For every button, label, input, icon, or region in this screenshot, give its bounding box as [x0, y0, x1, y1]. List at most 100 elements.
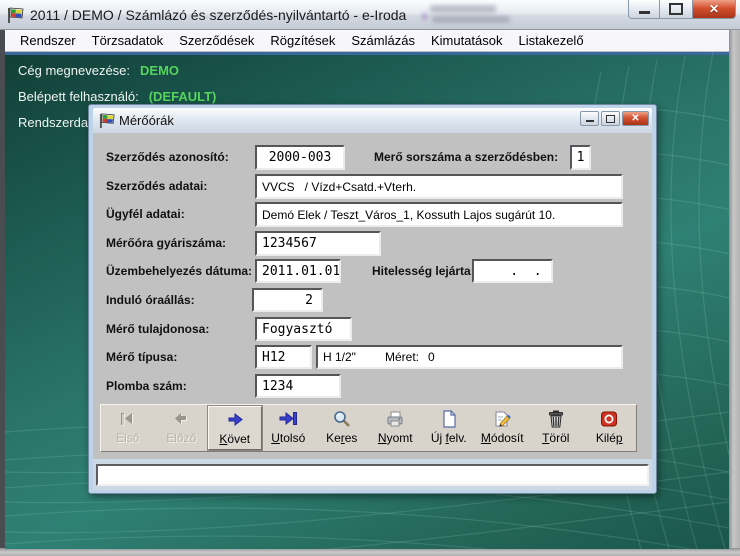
initial-reading-value: 2 [305, 293, 313, 308]
print-button[interactable]: Nyomt [369, 406, 423, 450]
date-row: Rendszerda [18, 115, 88, 130]
seal-field[interactable]: 1234 [255, 374, 341, 398]
contract-id-field[interactable]: 2000-003 [255, 145, 345, 170]
meter-seq-value: 1 [577, 150, 585, 165]
meter-seq-field[interactable]: 1 [570, 145, 591, 170]
user-row: Belépett felhasználó: (DEFAULT) [18, 89, 216, 104]
user-value: (DEFAULT) [149, 89, 217, 104]
menu-szamlazas[interactable]: Számlázás [343, 31, 423, 50]
window-controls: ✕ [628, 0, 736, 19]
exit-button[interactable]: Kilép [583, 406, 637, 450]
company-row: Cég megnevezése: DEMO [18, 63, 179, 78]
validity-label: Hitelesség lejárta: [372, 264, 475, 278]
validity-value: . . [479, 264, 542, 279]
type-size-label: Méret: [385, 350, 419, 364]
type-label: Mérő típusa: [106, 350, 177, 364]
owner-value: Fogyasztó [262, 322, 332, 337]
owner-field[interactable]: Fogyasztó [255, 317, 352, 341]
window-frame-bottom [0, 548, 740, 556]
install-date-value: 2011.01.01 [262, 264, 340, 279]
serial-label: Mérőóra gyáriszáma: [106, 236, 226, 250]
dialog-title: Mérőórák [119, 113, 174, 128]
menu-bar: Rendszer Törzsadatok Szerződések Rögzíté… [5, 30, 736, 52]
customer-data-field[interactable]: Demó Elek / Teszt_Város_1, Kossuth Lajos… [255, 202, 623, 227]
meter-seq-label: Merő sorszáma a szerződésben: [374, 150, 558, 164]
validity-field[interactable]: . . [472, 259, 553, 283]
last-record-icon [277, 409, 299, 429]
minimize-button[interactable] [628, 0, 660, 19]
serial-field[interactable]: 1234567 [255, 231, 381, 256]
edit-record-button[interactable]: Módosít [476, 406, 530, 450]
customer-data-value: Demó Elek / Teszt_Város_1, Kossuth Lajos… [262, 208, 555, 222]
company-value: DEMO [140, 63, 179, 78]
contract-id-label: Szerződés azonosító: [106, 150, 229, 164]
background-ghost-blob [432, 16, 510, 23]
next-record-button[interactable]: Követ [208, 406, 262, 450]
initial-reading-field[interactable]: 2 [252, 288, 323, 312]
first-record-button[interactable]: Első [101, 406, 155, 450]
edit-record-icon [491, 409, 513, 429]
owner-label: Mérő tulajdonosa: [106, 322, 209, 336]
first-record-icon [117, 409, 139, 429]
background-ghost-dot [422, 13, 427, 20]
app-icon [7, 6, 25, 24]
menu-kimutatasok[interactable]: Kimutatások [423, 31, 511, 50]
close-button[interactable]: ✕ [692, 0, 736, 19]
dialog-titlebar[interactable]: Mérőórák ✕ [93, 108, 652, 133]
user-label: Belépett felhasználó: [18, 89, 139, 104]
minimize-icon [639, 11, 650, 14]
dialog-maximize-button[interactable] [601, 111, 620, 126]
new-record-button[interactable]: Új felv. [422, 406, 476, 450]
date-label: Rendszerda [18, 115, 88, 130]
menu-listakezelo[interactable]: Listakezelő [511, 31, 592, 50]
new-record-icon [438, 409, 460, 429]
main-titlebar: 2011 / DEMO / Számlázó és szerződés-nyil… [0, 0, 740, 30]
type-desc-field[interactable]: H 1/2" Méret: 0 [316, 345, 623, 369]
contract-data-field[interactable]: VVCS / Vízd+Csatd.+Vterh. [255, 174, 623, 199]
type-code-value: H12 [262, 350, 285, 365]
last-record-button[interactable]: Utolsó [262, 406, 316, 450]
delete-record-button[interactable]: Töröl [529, 406, 583, 450]
contract-data-value: VVCS / Vízd+Csatd.+Vterh. [262, 180, 416, 194]
maximize-button[interactable] [660, 0, 692, 19]
contract-id-value: 2000-003 [269, 150, 332, 165]
close-icon: ✕ [631, 114, 639, 124]
seal-label: Plomba szám: [106, 379, 187, 393]
type-desc-value: H 1/2" [323, 350, 356, 364]
menu-szerzodesek[interactable]: Szerződések [171, 31, 262, 50]
install-date-label: Üzembehelyezés dátuma: [106, 264, 252, 278]
close-icon: ✕ [709, 2, 719, 16]
next-record-icon [224, 410, 246, 430]
dialog-icon [99, 112, 116, 129]
dialog-body: Szerződés azonosító: 2000-003 Merő sorsz… [93, 133, 652, 459]
customer-data-label: Ügyfél adatai: [106, 207, 185, 221]
menu-rogzitesek[interactable]: Rögzítések [262, 31, 343, 50]
maximize-icon [606, 115, 615, 123]
contract-data-label: Szerződés adatai: [106, 179, 207, 193]
minimize-icon [586, 120, 594, 122]
prev-record-button[interactable]: Előző [155, 406, 209, 450]
background-ghost-blob [430, 5, 496, 13]
print-icon [384, 409, 406, 429]
window-title: 2011 / DEMO / Számlázó és szerződés-nyil… [30, 7, 406, 23]
serial-value: 1234567 [262, 236, 317, 251]
meters-dialog: Mérőórák ✕ Szerződés azonosító: 2000-003… [88, 104, 657, 494]
install-date-field[interactable]: 2011.01.01 [255, 259, 341, 283]
search-icon [331, 409, 353, 429]
search-button[interactable]: Keres [315, 406, 369, 450]
company-label: Cég megnevezése: [18, 63, 130, 78]
dialog-close-button[interactable]: ✕ [622, 111, 649, 126]
record-toolbar: Első Előző Követ [100, 404, 637, 452]
delete-record-icon [545, 409, 567, 429]
dialog-minimize-button[interactable] [580, 111, 599, 126]
seal-value: 1234 [262, 379, 293, 394]
type-size-value: 0 [428, 350, 435, 364]
window-frame-right [729, 30, 740, 556]
menu-rendszer[interactable]: Rendszer [12, 31, 84, 50]
type-code-field[interactable]: H12 [255, 345, 312, 369]
status-field[interactable] [96, 464, 649, 486]
prev-record-icon [170, 409, 192, 429]
exit-icon [598, 409, 620, 429]
maximize-icon [669, 3, 683, 15]
menu-torzsadatok[interactable]: Törzsadatok [84, 31, 172, 50]
